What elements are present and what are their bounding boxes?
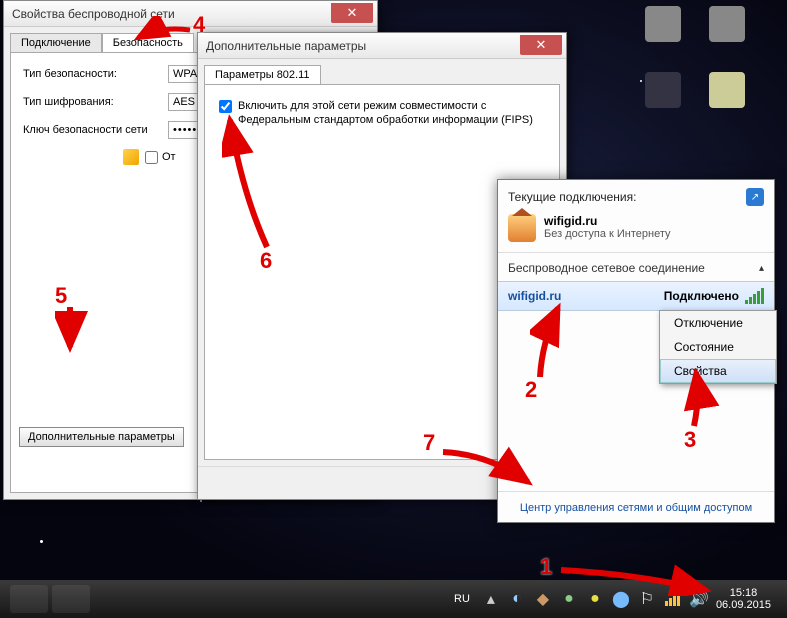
arrow-1 <box>556 560 716 596</box>
field-encryption-type[interactable]: AES <box>168 93 200 111</box>
menu-disconnect[interactable]: Отключение <box>660 311 776 335</box>
tray-up-icon[interactable]: ▴ <box>482 590 500 608</box>
current-network-name: wifigid.ru <box>544 214 671 228</box>
network-item-status: Подключено <box>664 289 739 303</box>
arrow-2 <box>530 302 580 382</box>
wireless-section-label: Беспроводное сетевое соединение <box>508 261 705 275</box>
house-icon <box>508 214 536 242</box>
shield-icon <box>123 149 139 165</box>
advanced-settings-button[interactable]: Дополнительные параметры <box>19 427 184 447</box>
tray-icon[interactable]: ◆ <box>534 590 552 608</box>
flyout-header: Текущие подключения: <box>508 190 636 204</box>
desktop-icon[interactable] <box>636 6 690 44</box>
taskbar-app[interactable] <box>52 585 90 613</box>
arrow-4 <box>130 16 200 46</box>
close-button[interactable]: ✕ <box>331 3 373 23</box>
taskbar-clock[interactable]: 15:18 06.09.2015 <box>716 587 781 611</box>
show-chars-label: От <box>162 151 176 163</box>
annotation-4: 4 <box>193 12 205 38</box>
arrow-3 <box>680 368 720 432</box>
taskbar-app[interactable] <box>10 585 48 613</box>
annotation-1: 1 <box>540 554 552 580</box>
arrow-5 <box>55 302 95 362</box>
annotation-7: 7 <box>423 430 435 456</box>
window-title: Дополнительные параметры <box>206 39 366 53</box>
network-item-name: wifigid.ru <box>508 289 561 303</box>
signal-icon <box>745 288 764 304</box>
help-icon[interactable]: ↗ <box>746 188 764 206</box>
language-indicator[interactable]: RU <box>450 591 474 607</box>
titlebar[interactable]: Дополнительные параметры ✕ <box>198 33 566 59</box>
desktop-icon[interactable] <box>700 6 754 44</box>
desktop-icon[interactable] <box>700 72 754 110</box>
annotation-2: 2 <box>525 377 537 403</box>
tab-80211[interactable]: Параметры 802.11 <box>204 65 321 84</box>
chevron-up-icon[interactable]: ▴ <box>759 263 764 274</box>
menu-status[interactable]: Состояние <box>660 335 776 359</box>
tray-icon[interactable]: ◐ <box>508 590 526 608</box>
label-security-type: Тип безопасности: <box>23 68 168 80</box>
annotation-5: 5 <box>55 283 67 309</box>
show-chars-checkbox[interactable] <box>145 151 158 164</box>
arrow-7 <box>438 444 538 494</box>
annotation-3: 3 <box>684 427 696 453</box>
label-encryption-type: Тип шифрования: <box>23 96 168 108</box>
annotation-6: 6 <box>260 248 272 274</box>
arrow-6 <box>222 112 292 252</box>
tab-connection[interactable]: Подключение <box>10 33 102 52</box>
close-button[interactable]: ✕ <box>520 35 562 55</box>
desktop-icon[interactable] <box>636 72 690 110</box>
network-center-link[interactable]: Центр управления сетями и общим доступом <box>520 502 752 514</box>
current-network-status: Без доступа к Интернету <box>544 228 671 240</box>
label-security-key: Ключ безопасности сети <box>23 124 168 136</box>
